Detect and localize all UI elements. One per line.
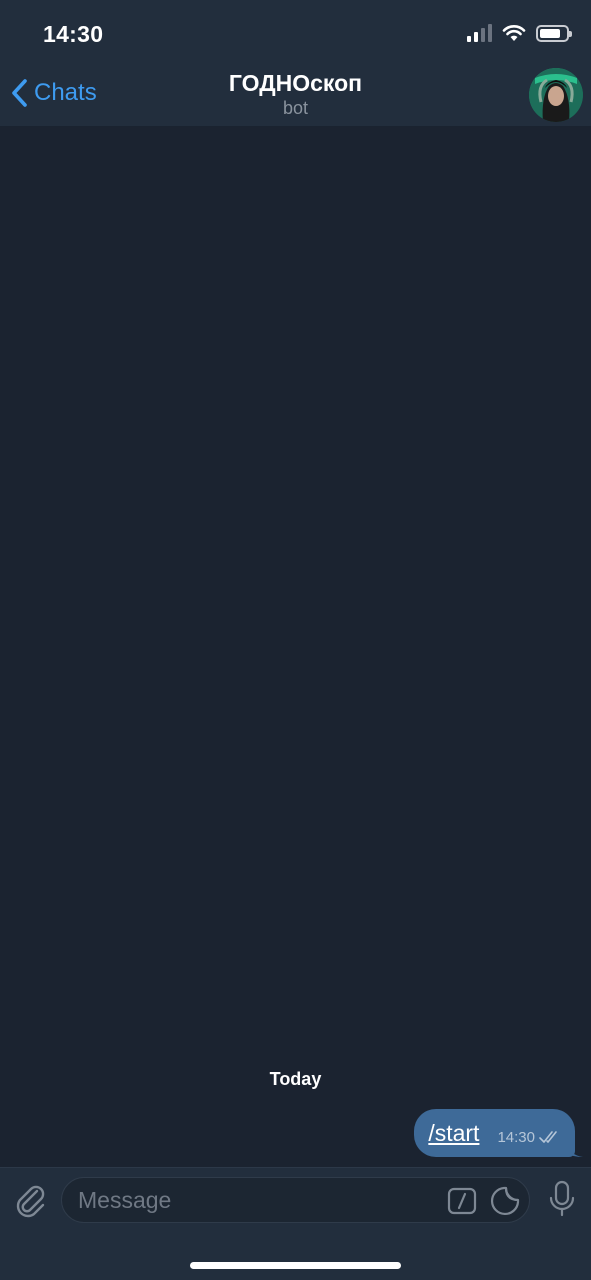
sticker-icon	[491, 1186, 520, 1215]
wifi-icon	[502, 25, 526, 41]
message-field[interactable]	[61, 1177, 530, 1223]
chat-area[interactable]: Today /start 14:30	[0, 127, 591, 1167]
date-separator: Today	[269, 1069, 322, 1089]
battery-icon	[536, 24, 572, 42]
double-check-icon	[539, 1131, 557, 1143]
input-bar	[0, 1167, 591, 1280]
status-icons	[467, 24, 572, 42]
signal-icon	[467, 24, 492, 42]
chat-subtitle: bot	[282, 98, 309, 118]
telegram-chat-screen: 14:30 Chats ГОДНОскоп bot Today /start 1…	[0, 0, 591, 1280]
microphone-button[interactable]	[549, 1180, 575, 1223]
bot-command-icon	[447, 1187, 477, 1215]
message-meta: 14:30	[497, 1129, 561, 1146]
outgoing-message-bubble[interactable]: /start 14:30	[414, 1109, 575, 1157]
message-text[interactable]: /start	[428, 1120, 479, 1147]
attach-icon	[16, 1185, 45, 1218]
message-time: 14:30	[497, 1128, 535, 1146]
message-input[interactable]	[78, 1178, 438, 1222]
avatar[interactable]	[529, 68, 583, 122]
top-bar: 14:30 Chats ГОДНОскоп bot	[0, 0, 591, 127]
home-indicator[interactable]	[190, 1262, 401, 1269]
sticker-button[interactable]	[489, 1185, 521, 1222]
bot-command-button[interactable]	[447, 1187, 477, 1220]
avatar-image-icon	[529, 68, 583, 122]
attach-button[interactable]	[13, 1182, 47, 1223]
chat-title[interactable]: ГОДНОскоп	[0, 70, 591, 97]
bubble-tail	[565, 1142, 583, 1157]
microphone-icon	[549, 1180, 575, 1217]
status-time: 14:30	[43, 21, 104, 47]
